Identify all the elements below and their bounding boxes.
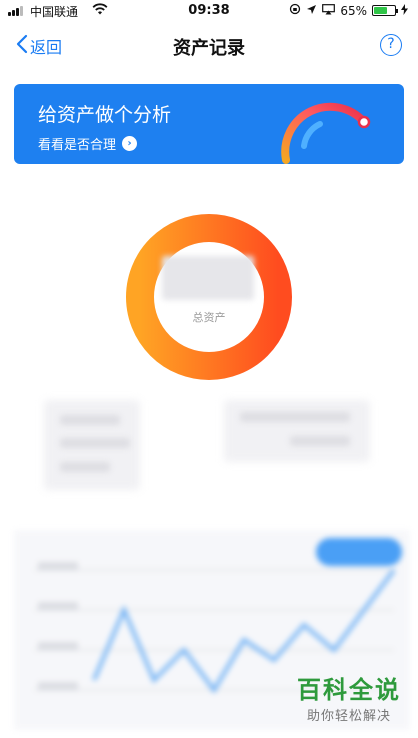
battery-percent: 65% [340,3,367,18]
banner-title: 给资产做个分析 [38,104,172,126]
total-assets-label: 总资产 [192,311,226,324]
page-title: 资产记录 [173,38,245,59]
help-icon[interactable]: ? [380,34,402,56]
orientation-lock-icon [289,3,301,18]
back-label: 返回 [30,38,63,57]
nav-bar: 返回 资产记录 ? [0,22,418,70]
asset-category-card-right[interactable] [224,400,370,462]
watermark: 百科全说 助你轻松解决 [294,670,404,724]
airplay-icon [322,3,336,18]
main-content: 给资产做个分析 看看是否合理 › 总资产 百科全说 助你轻松解决 [0,70,418,738]
status-bar: 中国联通 09:38 65% [0,0,418,22]
watermark-subtitle: 助你轻松解决 [306,709,391,724]
chart-filter-button-blurred[interactable] [316,538,402,566]
banner-subtitle: 看看是否合理 [38,138,117,153]
watermark-title: 百科全说 [297,676,401,704]
battery-icon [372,5,398,16]
banner-subtitle-row: 看看是否合理 › [38,134,138,153]
gauge-icon [281,102,371,164]
total-assets-donut: 总资产 [125,213,293,381]
chevron-right-circle-icon: › [122,136,138,151]
location-icon [306,4,317,18]
total-assets-amount-blurred [162,256,254,300]
blurred-text [60,462,110,472]
back-button[interactable]: 返回 [16,34,62,58]
blurred-text [60,438,130,448]
blurred-text [240,412,350,422]
chevron-left-icon [16,34,28,58]
blurred-text [60,415,120,425]
charging-icon [401,3,408,18]
asset-analysis-banner[interactable]: 给资产做个分析 看看是否合理 › [14,84,404,164]
blurred-text [290,436,350,446]
